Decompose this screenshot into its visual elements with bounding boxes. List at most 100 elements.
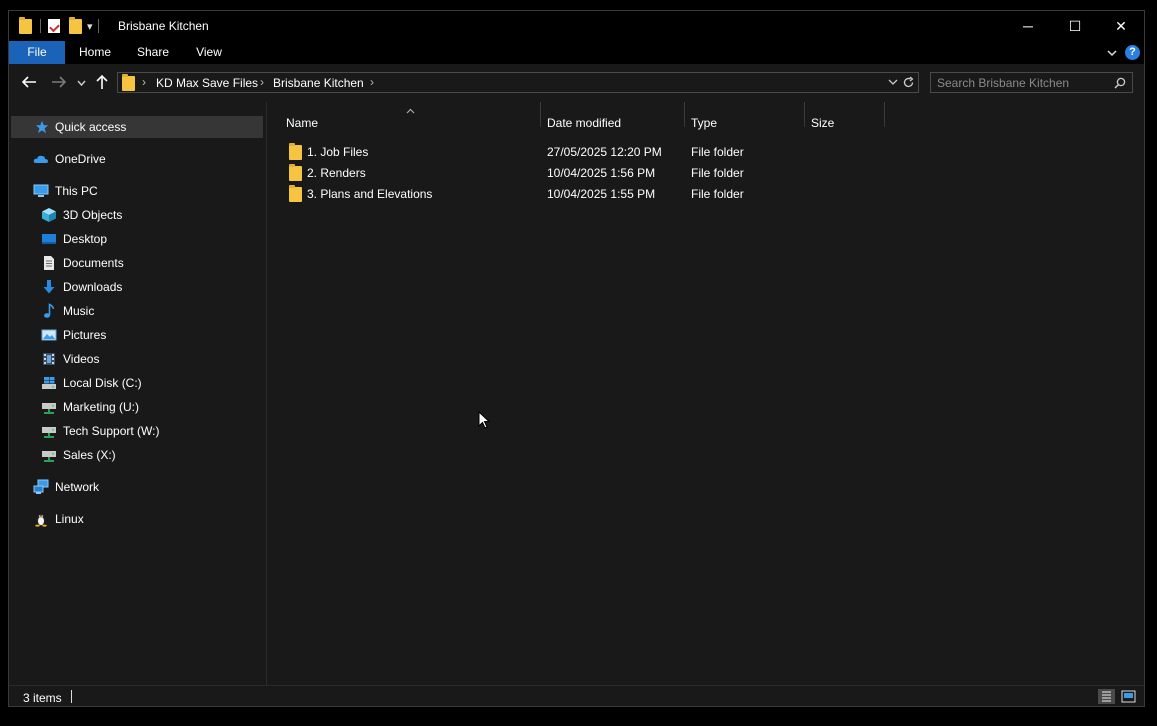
- sort-ascending-icon: [406, 108, 415, 114]
- properties-icon[interactable]: [48, 19, 60, 33]
- sidebar-item-label: Tech Support (W:): [63, 424, 160, 438]
- refresh-icon[interactable]: [902, 76, 915, 89]
- sidebar-item-network[interactable]: Network: [33, 476, 99, 498]
- desktop-icon: [42, 234, 56, 244]
- quick-access-toolbar: ▾: [19, 16, 99, 35]
- sidebar-item-label: Documents: [63, 256, 124, 270]
- sidebar-item-label: Linux: [55, 512, 84, 526]
- file-type: File folder: [691, 187, 744, 201]
- sidebar-item-label: Marketing (U:): [63, 400, 140, 414]
- folder-icon: [289, 185, 302, 202]
- tab-file[interactable]: File: [9, 41, 65, 64]
- folder-icon: [289, 164, 302, 181]
- forward-arrow-icon[interactable]: [51, 75, 67, 89]
- sidebar-item-documents[interactable]: Documents: [41, 252, 124, 274]
- sidebar-item-desktop[interactable]: Desktop: [41, 228, 107, 250]
- sidebar-item-onedrive[interactable]: OneDrive: [33, 148, 106, 170]
- large-icons-view-icon[interactable]: [1120, 689, 1137, 704]
- sidebar-item-label: Quick access: [55, 120, 127, 134]
- star-icon: [35, 120, 49, 134]
- sidebar-item-label: OneDrive: [55, 152, 106, 166]
- picture-icon: [41, 329, 57, 341]
- search-icon[interactable]: [1114, 77, 1126, 89]
- breadcrumb-brisbane-kitchen[interactable]: Brisbane Kitchen: [273, 76, 364, 90]
- sidebar-item-sales-x[interactable]: Sales (X:): [41, 444, 116, 466]
- sidebar-item-label: Videos: [63, 352, 100, 366]
- sidebar-item-label: Music: [63, 304, 95, 318]
- minimize-button[interactable]: ─: [1005, 11, 1051, 41]
- sidebar-item-label: Pictures: [63, 328, 107, 342]
- computer-icon: [33, 184, 49, 197]
- window-title: Brisbane Kitchen: [118, 19, 209, 33]
- expand-ribbon-icon[interactable]: [1106, 47, 1118, 59]
- document-icon: [44, 256, 54, 270]
- status-bar: 3 items: [9, 685, 1144, 706]
- customize-toolbar-icon[interactable]: ▾: [87, 20, 93, 33]
- address-history-chevron-icon[interactable]: [888, 78, 898, 86]
- search-box[interactable]: [930, 72, 1133, 93]
- minimize-icon: ─: [1023, 18, 1033, 34]
- back-arrow-icon[interactable]: [21, 75, 37, 89]
- sidebar-item-pictures[interactable]: Pictures: [41, 324, 106, 346]
- breadcrumb-kd-max-save-files[interactable]: KD Max Save Files: [156, 76, 258, 90]
- sidebar-item-videos[interactable]: Videos: [41, 348, 99, 370]
- file-type: File folder: [691, 166, 744, 180]
- sidebar-item-tech-support-w[interactable]: Tech Support (W:): [41, 420, 159, 442]
- close-button[interactable]: ✕: [1098, 11, 1144, 41]
- ribbon: File Home Share View ?: [9, 41, 1144, 64]
- new-folder-icon[interactable]: [69, 16, 82, 34]
- column-header-size[interactable]: Size: [811, 112, 834, 134]
- column-header-type[interactable]: Type: [691, 112, 717, 134]
- details-view-icon[interactable]: [1098, 689, 1115, 704]
- sidebar-item-linux[interactable]: Linux: [33, 508, 84, 530]
- file-list: Name Date modified Type Size 1. Job File…: [267, 102, 1144, 685]
- table-row[interactable]: 2. Renders 10/04/2025 1:56 PM File folde…: [285, 163, 885, 184]
- folder-icon: [122, 74, 135, 91]
- search-input[interactable]: [937, 75, 1107, 90]
- drive-icon: [42, 377, 56, 389]
- table-row[interactable]: 3. Plans and Elevations 10/04/2025 1:55 …: [285, 184, 885, 205]
- up-arrow-icon[interactable]: [95, 74, 109, 90]
- breadcrumb-separator-icon[interactable]: ›: [370, 75, 374, 89]
- column-header-name[interactable]: Name: [286, 112, 318, 134]
- folder-icon: [19, 16, 32, 34]
- maximize-icon: ☐: [1068, 17, 1082, 34]
- sidebar-item-label: 3D Objects: [63, 208, 123, 222]
- address-bar[interactable]: › KD Max Save Files › Brisbane Kitchen ›: [117, 72, 919, 93]
- sidebar-item-downloads[interactable]: Downloads: [41, 276, 122, 298]
- sidebar-item-marketing-u[interactable]: Marketing (U:): [41, 396, 139, 418]
- music-icon: [44, 303, 55, 318]
- file-date-modified: 10/04/2025 1:56 PM: [547, 166, 656, 180]
- folder-icon: [289, 143, 302, 160]
- column-header-date-modified[interactable]: Date modified: [547, 112, 621, 134]
- file-type: File folder: [691, 145, 744, 159]
- sidebar-item-label: Downloads: [63, 280, 123, 294]
- navigation-bar: › KD Max Save Files › Brisbane Kitchen ›: [9, 64, 1144, 102]
- sidebar-item-this-pc[interactable]: This PC: [33, 180, 98, 202]
- maximize-button[interactable]: ☐: [1052, 11, 1098, 41]
- network-drive-icon: [42, 427, 56, 438]
- sidebar-item-3d-objects[interactable]: 3D Objects: [41, 204, 122, 226]
- sidebar-item-label: Sales (X:): [63, 448, 116, 462]
- network-drive-icon: [42, 403, 56, 414]
- file-date-modified: 27/05/2025 12:20 PM: [547, 145, 662, 159]
- tab-home[interactable]: Home: [73, 41, 117, 64]
- status-separator: [71, 690, 72, 703]
- linux-icon: [35, 514, 47, 527]
- title-bar: ▾ Brisbane Kitchen ─ ☐ ✕: [9, 11, 1144, 41]
- mouse-cursor-icon: [478, 411, 490, 429]
- recent-locations-chevron-icon[interactable]: [77, 79, 86, 87]
- video-icon: [43, 353, 55, 365]
- help-icon[interactable]: ?: [1125, 45, 1140, 60]
- sidebar-item-label: Local Disk (C:): [63, 376, 142, 390]
- tab-share[interactable]: Share: [131, 41, 175, 64]
- breadcrumb-separator-icon[interactable]: ›: [142, 75, 146, 89]
- sidebar-item-local-disk-c[interactable]: Local Disk (C:): [41, 372, 142, 394]
- table-row[interactable]: 1. Job Files 27/05/2025 12:20 PM File fo…: [285, 142, 885, 163]
- breadcrumb-separator-icon[interactable]: ›: [260, 75, 264, 89]
- file-name: 1. Job Files: [307, 145, 369, 159]
- close-icon: ✕: [1115, 17, 1127, 34]
- tab-view[interactable]: View: [187, 41, 231, 64]
- sidebar-item-quick-access[interactable]: Quick access: [11, 116, 263, 138]
- sidebar-item-music[interactable]: Music: [41, 300, 94, 322]
